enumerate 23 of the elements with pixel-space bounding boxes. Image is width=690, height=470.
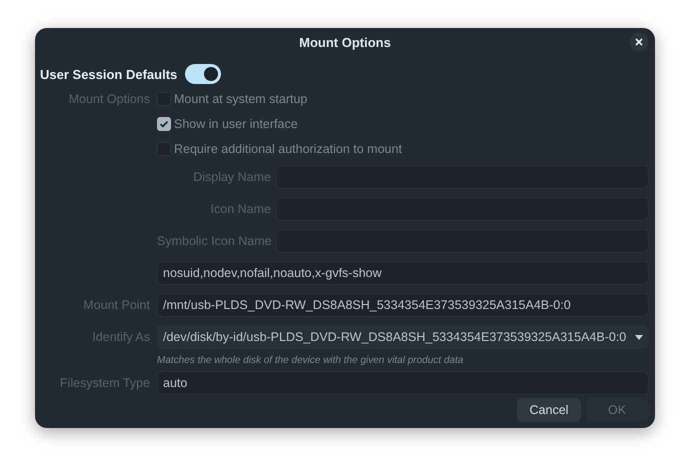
field-label: Mount Point <box>82 298 150 312</box>
field-label: Identify As <box>91 330 150 344</box>
caret-icon <box>635 334 643 340</box>
window-title: Mount Options <box>299 34 391 50</box>
text-field[interactable]: /mnt/usb-PLDS_DVD-RW_DS8A8SH_5334354E373539325A315A4B-0:0 <box>157 293 649 317</box>
checkbox-label[interactable]: Require additional authorization to mount <box>174 142 402 156</box>
cancel-button[interactable]: Cancel <box>517 398 581 422</box>
checkbox-label[interactable]: Show in user interface <box>174 116 298 130</box>
toggle-switch[interactable] <box>185 64 222 84</box>
close-button[interactable] <box>630 33 648 51</box>
checkbox-label[interactable]: Mount at system startup <box>174 92 308 106</box>
field-label: Symbolic Icon Name <box>157 234 271 248</box>
checkbox[interactable] <box>157 116 171 130</box>
text-field[interactable]: auto <box>157 371 649 395</box>
section-title: User Session Defaults <box>40 66 178 82</box>
text-field[interactable]: nosuid,nodev,nofail,noauto,x-gvfs-show <box>157 261 649 285</box>
field-label: Display Name <box>192 170 271 184</box>
dropdown[interactable]: /dev/disk/by-id/usb-PLDS_DVD-RW_DS8A8SH_5334354E373539325A315A4B-0:0 <box>157 325 649 349</box>
field-label: Mount Options <box>68 92 150 106</box>
field-label: Filesystem Type <box>58 376 150 390</box>
close-icon <box>635 38 643 46</box>
hint-text: Matches the whole disk of the device with the given vital product data <box>157 354 464 368</box>
field-label: Icon Name <box>210 202 271 216</box>
